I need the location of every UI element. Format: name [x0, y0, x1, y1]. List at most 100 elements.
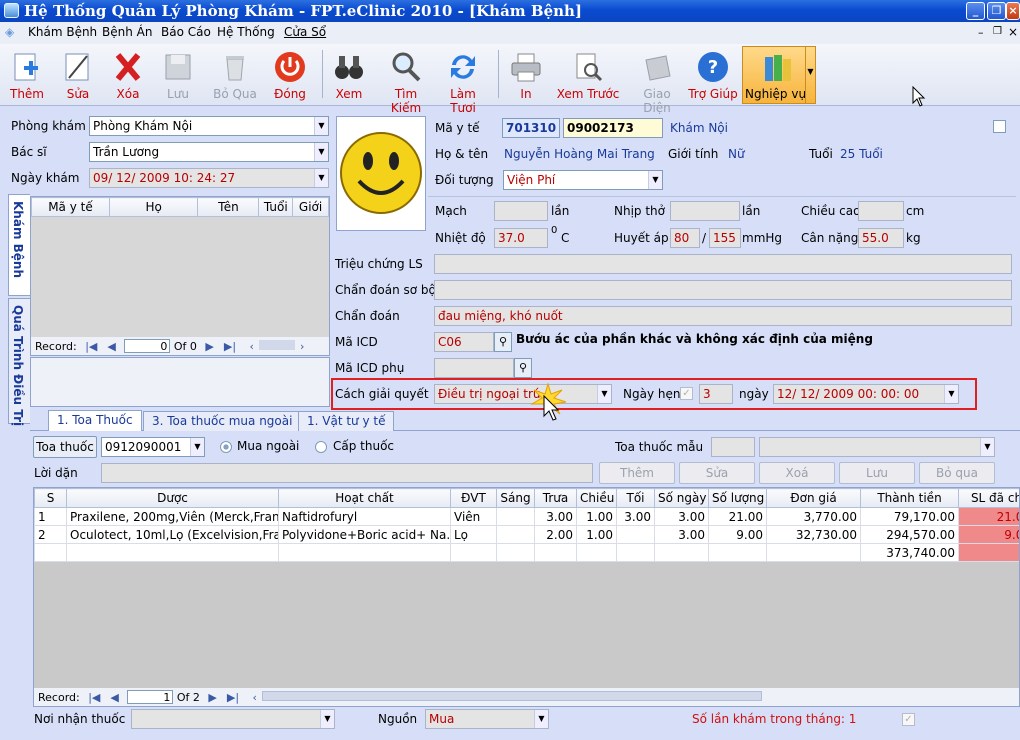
delete-button[interactable]: Xóa — [110, 48, 146, 104]
drug-row[interactable]: 1 Praxilene, 200mg,Viên (Merck,Fran... Naf… — [34, 507, 1019, 526]
sua-button[interactable]: Sửa — [679, 462, 755, 484]
phong-kham-select[interactable]: Phòng Khám Nội ▼ — [89, 116, 329, 136]
minimize-button[interactable]: _ — [966, 2, 985, 20]
col-ho[interactable]: Họ — [108, 197, 199, 217]
nhip-tho-field[interactable] — [670, 201, 740, 221]
chevron-down-icon[interactable]: ▼ — [534, 710, 548, 728]
cach-giai-quyet-select[interactable]: Điều trị ngoại trú ▼ — [434, 384, 612, 404]
icd-phu-lookup-icon[interactable]: ⚲ — [514, 358, 532, 378]
drug-cell[interactable]: 21.00 — [958, 507, 1019, 526]
chan-doan-so-bo-field[interactable] — [434, 280, 1012, 300]
save-button[interactable]: Lưu — [160, 48, 196, 104]
mdi-minimize-icon[interactable]: – — [978, 26, 984, 39]
drug-cell[interactable] — [496, 525, 535, 544]
noi-nhan-select[interactable]: ▼ — [131, 709, 335, 729]
chevron-down-icon[interactable]: ▼ — [597, 385, 611, 403]
bac-si-select[interactable]: Trần Lương ▼ — [89, 142, 329, 162]
help-button[interactable]: ? Trợ Giúp — [688, 48, 738, 104]
maximize-button[interactable]: ❐ — [987, 2, 1006, 20]
ma-y-te-2-field[interactable]: 09002173 — [563, 118, 663, 138]
drug-cell[interactable] — [616, 525, 655, 544]
drug-h-scrollbar[interactable] — [261, 691, 762, 701]
chevron-down-icon[interactable]: ▼ — [648, 171, 662, 189]
nghiep-vu-button[interactable]: Nghiệp vụ ▼ — [742, 46, 816, 104]
print-button[interactable]: In — [506, 48, 546, 104]
drug-col-header[interactable]: Thành tiền — [860, 488, 959, 508]
drug-cell[interactable]: Lọ — [450, 525, 497, 544]
chevron-down-icon[interactable]: ▼ — [944, 385, 958, 403]
drug-cell[interactable]: 1 — [34, 507, 67, 526]
cancel-button[interactable]: Bỏ Qua — [212, 48, 258, 104]
drug-cell[interactable]: Viên — [450, 507, 497, 526]
close-form-button[interactable]: Đóng — [272, 48, 308, 104]
first-record-icon[interactable]: |◀ — [85, 340, 97, 353]
next-record-icon[interactable]: ▶ — [205, 340, 213, 353]
drug-col-header[interactable]: Đơn giá — [766, 488, 861, 508]
drug-col-header[interactable]: SL đã ch — [958, 488, 1019, 508]
mua-ngoai-radio[interactable] — [220, 441, 232, 453]
print-preview-button[interactable]: Xem Trước — [556, 48, 620, 104]
icd-lookup-icon[interactable]: ⚲ — [494, 332, 512, 352]
scroll-left-icon[interactable]: ‹ — [253, 691, 257, 704]
first-record-icon[interactable]: |◀ — [88, 691, 100, 704]
drug-col-header[interactable]: ĐVT — [450, 488, 497, 508]
h-scrollbar[interactable] — [258, 340, 295, 350]
drug-cell[interactable]: Polyvidone+Boric acid+ Na... — [278, 525, 451, 544]
menu-he-thong[interactable]: Hệ Thống — [217, 25, 275, 39]
drug-col-header[interactable]: Hoạt chất — [278, 488, 451, 508]
drug-cell[interactable]: Naftidrofuryl — [278, 507, 451, 526]
drug-cell[interactable]: 21.00 — [708, 507, 767, 526]
drug-cell[interactable]: 1.00 — [576, 525, 617, 544]
tab-toa-thuoc-mua-ngoai[interactable]: 3. Toa thuốc mua ngoài — [143, 411, 302, 431]
chevron-down-icon[interactable]: ▼ — [314, 143, 328, 161]
close-button[interactable]: × — [1006, 2, 1020, 20]
tab-toa-thuoc[interactable]: 1. Toa Thuốc — [48, 410, 142, 431]
menu-kham-benh[interactable]: Khám Bệnh — [28, 25, 97, 39]
last-record-icon[interactable]: ▶| — [227, 691, 239, 704]
nhiet-do-field[interactable]: 37.0 — [494, 228, 548, 248]
huyet-ap-2-field[interactable]: 155 — [709, 228, 741, 248]
huyet-ap-1-field[interactable]: 80 — [670, 228, 700, 248]
chevron-down-icon[interactable]: ▼ — [314, 117, 328, 135]
drug-cell[interactable]: Praxilene, 200mg,Viên (Merck,Fran... — [66, 507, 279, 526]
drug-col-header[interactable]: Số ngày — [654, 488, 709, 508]
chan-doan-field[interactable]: đau miệng, khó nuốt — [434, 306, 1012, 326]
loi-dan-field[interactable] — [101, 463, 593, 483]
add-button[interactable]: Thêm — [8, 48, 46, 104]
mach-field[interactable] — [494, 201, 548, 221]
so-lan-kham-checkbox[interactable]: ✓ — [902, 713, 915, 726]
drug-cell[interactable]: 3.00 — [534, 507, 577, 526]
last-record-icon[interactable]: ▶| — [224, 340, 236, 353]
bo-qua-button[interactable]: Bỏ qua — [919, 462, 995, 484]
menu-benh-an[interactable]: Bệnh Án — [102, 25, 152, 39]
drug-cell[interactable]: 1.00 — [576, 507, 617, 526]
drug-col-header[interactable]: Sáng — [496, 488, 535, 508]
ma-y-te-1-field[interactable]: 701310 — [502, 118, 560, 138]
drug-cell[interactable] — [496, 507, 535, 526]
chevron-down-icon[interactable]: ▼ — [314, 169, 328, 187]
drug-cell[interactable]: 3,770.00 — [766, 507, 861, 526]
flag-checkbox[interactable] — [993, 120, 1006, 133]
ma-icd-phu-field[interactable] — [434, 358, 514, 378]
can-nang-field[interactable]: 55.0 — [858, 228, 904, 248]
xoa-button[interactable]: Xoá — [759, 462, 835, 484]
refresh-button[interactable]: Làm Tươi — [436, 48, 490, 115]
drug-cell[interactable]: 294,570.00 — [860, 525, 959, 544]
doi-tuong-select[interactable]: Viện Phí ▼ — [503, 170, 663, 190]
trieu-chung-field[interactable] — [434, 254, 1012, 274]
record-input[interactable]: 0 — [124, 339, 171, 353]
drug-col-header[interactable]: Chiều — [576, 488, 617, 508]
next-record-icon[interactable]: ▶ — [208, 691, 216, 704]
scroll-right-icon[interactable]: › — [300, 340, 304, 353]
scroll-left-icon[interactable]: ‹ — [250, 340, 254, 353]
ma-icd-field[interactable]: C06 — [434, 332, 494, 352]
menu-bao-cao[interactable]: Báo Cáo — [161, 25, 211, 39]
drug-row[interactable]: 2 Oculotect, 10ml,Lọ (Excelvision,Fra... P… — [34, 525, 1019, 544]
col-tuoi[interactable]: Tuổi — [258, 197, 294, 217]
col-ma-y-te[interactable]: Mã y tế — [31, 197, 110, 217]
luu-button[interactable]: Lưu — [839, 462, 915, 484]
drug-col-header[interactable]: Tối — [616, 488, 655, 508]
search-button[interactable]: Tìm Kiếm — [380, 48, 432, 115]
drug-cell[interactable]: 79,170.00 — [860, 507, 959, 526]
toa-id-select[interactable]: 0912090001 ▼ — [101, 437, 205, 457]
